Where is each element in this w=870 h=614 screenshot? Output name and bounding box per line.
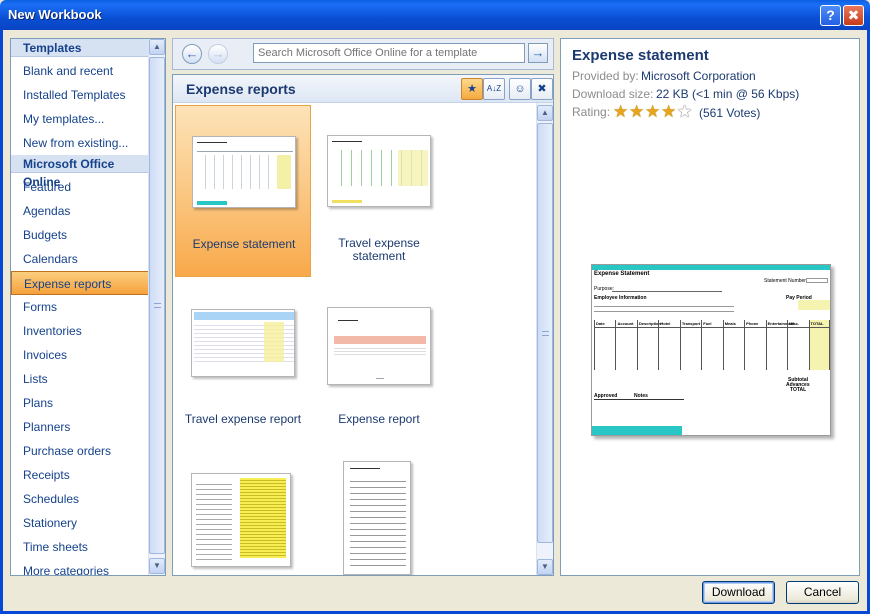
search-go-icon[interactable]: → <box>528 43 548 63</box>
template-gallery: Expense reports ★ A↓Z ☺ ✖ Expense statem… <box>172 74 554 576</box>
view-icon[interactable]: ☺ <box>509 78 531 100</box>
template-thumbnail <box>327 135 431 207</box>
rating-label: Rating: <box>572 105 611 119</box>
sidebar-item[interactable]: Planners <box>11 415 149 439</box>
template-label: Travel expense report <box>184 412 302 426</box>
sidebar-item[interactable]: Stationery <box>11 511 149 535</box>
sidebar-item[interactable]: Plans <box>11 391 149 415</box>
user-icon[interactable]: ✖ <box>531 78 553 100</box>
gallery-scrollbar[interactable]: ▲ ▼ <box>536 103 553 575</box>
sidebar-item[interactable]: My templates... <box>11 107 149 131</box>
star-filled-icon: ★ <box>629 102 645 121</box>
sidebar-item[interactable]: Inventories <box>11 319 149 343</box>
template-preview: Expense Statement Statement Number: Purp… <box>591 264 831 436</box>
template-label: Expense report <box>338 412 420 426</box>
preview-column-header: Hotel <box>660 321 671 326</box>
sort-az-icon[interactable]: A↓Z <box>483 78 505 100</box>
sidebar-section-header: Microsoft Office Online <box>11 155 149 189</box>
scroll-down-icon[interactable]: ▼ <box>537 559 553 575</box>
search-bar: ← → → <box>172 38 554 70</box>
sidebar-item[interactable]: Installed Templates <box>11 83 149 107</box>
template-label: Expense statement <box>192 237 296 251</box>
close-icon[interactable]: ✖ <box>843 5 864 26</box>
template-tile[interactable]: Travel expense report <box>175 281 311 453</box>
download-button[interactable]: Download <box>702 581 775 604</box>
template-thumbnail <box>191 473 291 567</box>
template-tile[interactable]: Expense report <box>311 281 447 453</box>
preview-column-header: Misc. <box>789 321 800 326</box>
star-filled-icon: ★ <box>645 102 661 121</box>
template-details: Expense statement Provided by: Microsoft… <box>560 38 860 576</box>
preview-purpose: Purpose: <box>594 286 615 292</box>
sidebar-item[interactable]: Agendas <box>11 199 149 223</box>
sidebar-item[interactable]: Lists <box>11 367 149 391</box>
sidebar-item[interactable]: Featured <box>11 175 149 199</box>
template-tile[interactable] <box>175 457 311 575</box>
cancel-button[interactable]: Cancel <box>786 581 859 604</box>
template-thumbnail <box>343 461 411 575</box>
scroll-up-icon[interactable]: ▲ <box>537 105 553 121</box>
download-size-value: 22 KB (<1 min @ 56 Kbps) <box>656 87 800 101</box>
sidebar-item[interactable]: Purchase orders <box>11 439 149 463</box>
template-thumbnail <box>192 136 296 208</box>
window-title: New Workbook <box>8 7 102 22</box>
preview-column-header: Account <box>617 321 634 326</box>
sidebar-section-header: Templates <box>11 39 149 57</box>
gallery-heading: Expense reports <box>186 81 296 97</box>
template-label: Travel expense statement <box>338 236 420 263</box>
sidebar-item[interactable]: Time sheets <box>11 535 149 559</box>
sidebar-item[interactable]: Budgets <box>11 223 149 247</box>
preview-column-header: Date <box>596 321 605 326</box>
sidebar-item[interactable]: New from existing... <box>11 131 149 155</box>
sidebar-item[interactable]: Invoices <box>11 343 149 367</box>
category-scrollbar[interactable]: ▲ ▼ <box>148 39 165 575</box>
preview-total: TOTAL <box>790 387 807 393</box>
back-icon[interactable]: ← <box>182 44 202 64</box>
sidebar-item[interactable]: Expense reports <box>11 271 149 295</box>
download-size-label: Download size: <box>572 87 654 101</box>
sidebar-item[interactable]: Calendars <box>11 247 149 271</box>
preview-statement-number: Statement Number: <box>764 278 808 284</box>
sidebar-item[interactable]: Forms <box>11 295 149 319</box>
template-thumbnail <box>327 307 431 385</box>
template-tile[interactable] <box>311 457 447 575</box>
preview-column-header: Transport <box>681 321 701 326</box>
provided-by-label: Provided by: <box>572 69 639 83</box>
sidebar-item[interactable]: More categories <box>11 559 149 575</box>
preview-employee-info: Employee Information <box>594 295 647 301</box>
sidebar-item[interactable]: Receipts <box>11 463 149 487</box>
search-input[interactable] <box>253 43 525 63</box>
preview-column-header: Fuel <box>703 321 712 326</box>
details-title: Expense statement <box>572 47 709 64</box>
scroll-up-icon[interactable]: ▲ <box>149 39 165 55</box>
provided-by-value: Microsoft Corporation <box>641 69 756 83</box>
star-filled-icon: ★ <box>661 102 677 121</box>
votes-count: (561 Votes) <box>699 106 761 120</box>
preview-column-header: Phone <box>746 321 759 326</box>
scroll-down-icon[interactable]: ▼ <box>149 558 165 574</box>
title-bar: New Workbook ? ✖ <box>0 0 870 30</box>
help-icon[interactable]: ? <box>820 5 841 26</box>
sidebar-item[interactable]: Blank and recent <box>11 59 149 83</box>
star-empty-icon: ★ <box>677 102 693 121</box>
preview-column-header: Meals <box>724 321 736 326</box>
star-filled-icon: ★ <box>613 102 629 121</box>
preview-column-header: TOTAL <box>810 321 824 326</box>
category-list: Templates Blank and recent Installed Templ… <box>10 38 166 576</box>
sort-by-rating-icon[interactable]: ★ <box>461 78 483 100</box>
sidebar-item[interactable]: Schedules <box>11 487 149 511</box>
scroll-thumb[interactable] <box>537 123 553 543</box>
gallery-header: Expense reports ★ A↓Z ☺ ✖ <box>173 75 553 103</box>
scroll-thumb[interactable] <box>149 57 165 554</box>
forward-icon[interactable]: → <box>208 44 228 64</box>
template-tile[interactable]: Travel expense statement <box>311 105 447 277</box>
template-tile[interactable]: Expense statement <box>175 105 311 277</box>
template-thumbnail <box>191 309 295 377</box>
preview-title: Expense Statement <box>594 271 650 277</box>
